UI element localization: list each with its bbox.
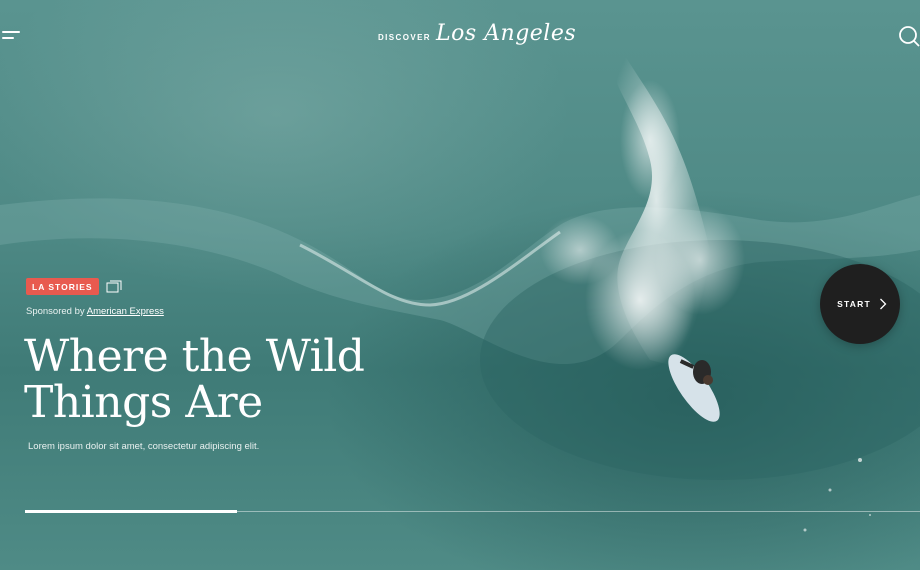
surfer-photo — [0, 30, 920, 532]
article-meta-row: LA STORIES — [26, 278, 122, 295]
search-icon[interactable] — [896, 25, 920, 49]
article-title-line-1: Where the Wild — [24, 331, 365, 382]
sponsor-prefix: Sponsored by — [26, 306, 85, 317]
sponsor-link[interactable]: American Express — [87, 306, 164, 317]
article-title-line-2: Things Are — [24, 377, 263, 428]
slide-progress-bar — [25, 510, 920, 513]
logo-los-angeles-text: Los Angeles — [436, 20, 577, 46]
gallery-icon — [106, 280, 122, 292]
category-tag[interactable]: LA STORIES — [26, 278, 99, 295]
site-logo[interactable]: DISCOVER Los Angeles — [378, 16, 576, 50]
article-title: Where the Wild Things Are — [24, 334, 444, 426]
start-button[interactable]: START — [820, 264, 900, 344]
chevron-right-icon — [879, 298, 887, 310]
logo-discover-text: DISCOVER — [378, 32, 431, 42]
slide-progress-fill — [25, 510, 238, 513]
sponsor-line: Sponsored by American Express — [26, 306, 164, 317]
article-description: Lorem ipsum dolor sit amet, consectetur … — [28, 441, 260, 452]
start-button-label: START — [837, 299, 871, 309]
hero-background — [0, 0, 920, 570]
menu-icon[interactable] — [2, 28, 24, 44]
